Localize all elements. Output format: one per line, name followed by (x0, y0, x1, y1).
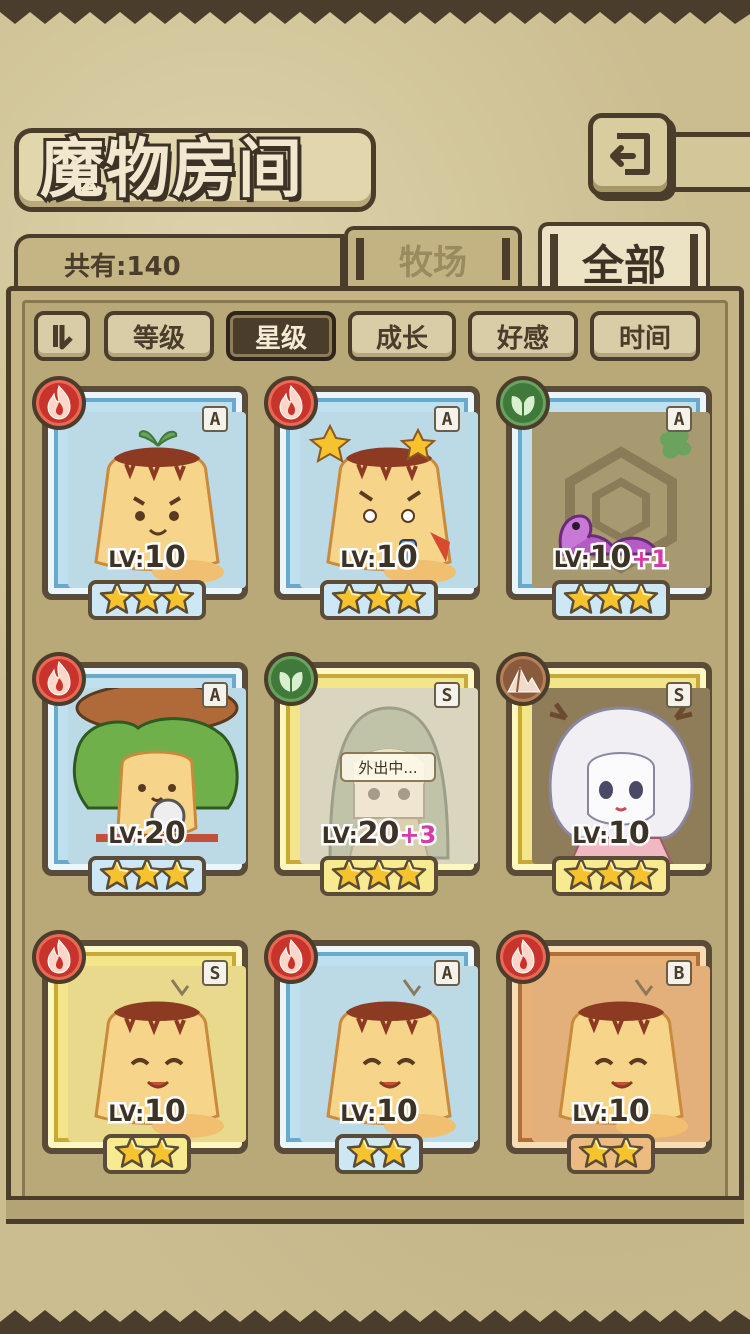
level-prefix: LV: (570, 1100, 611, 1130)
torn-edge-top (0, 0, 750, 24)
star-rating (500, 580, 722, 620)
monster-card[interactable]: S LV:10 (32, 930, 258, 1174)
sort-star-button[interactable]: 星级 (226, 311, 336, 361)
level-prefix: LV: (570, 822, 611, 852)
level-label: LV:10 (36, 1092, 258, 1132)
sort-growth-button[interactable]: 成长 (348, 311, 456, 361)
level-value: 20 (142, 814, 189, 854)
star-icon (623, 856, 659, 892)
star-icon (608, 1134, 644, 1170)
sort-order-button[interactable] (34, 311, 90, 361)
level-label: LV:10 (268, 538, 490, 578)
level-prefix: LV: (551, 546, 592, 576)
level-prefix: LV: (106, 546, 147, 576)
fire-element-icon (264, 376, 318, 430)
torn-edge-bottom (0, 1310, 750, 1334)
back-arrow-icon (610, 133, 650, 175)
rank-badge: A (666, 406, 692, 432)
sort-order-icon (53, 325, 73, 350)
status-badge: 外出中... (340, 752, 436, 782)
star-icon (376, 1134, 412, 1170)
page-title: 魔物房间 (37, 129, 305, 210)
rank-badge: S (434, 682, 460, 708)
back-button[interactable] (588, 113, 672, 197)
fire-element-icon (32, 930, 86, 984)
level-label: LV:10+1 (500, 538, 722, 578)
mountain-element-icon (496, 652, 550, 706)
star-rating (268, 856, 490, 896)
tab-pasture-label: 牧场 (399, 242, 467, 283)
level-value: 10 (374, 1092, 421, 1132)
rank-badge: A (202, 682, 228, 708)
star-icon (391, 856, 427, 892)
level-value: 10 (142, 1092, 189, 1132)
level-value: 10 (374, 538, 421, 578)
monster-count: 共有:140 (64, 252, 181, 282)
star-rating (36, 1134, 258, 1174)
star-rating (500, 856, 722, 896)
fire-element-icon (32, 652, 86, 706)
level-prefix: LV: (319, 822, 360, 852)
star-icon (159, 856, 195, 892)
rank-badge: A (434, 960, 460, 986)
fire-element-icon (32, 376, 86, 430)
level-prefix: LV: (106, 1100, 147, 1130)
level-label: LV:10 (36, 538, 258, 578)
tab-ornament (502, 238, 510, 280)
sort-level-button[interactable]: 等级 (104, 311, 214, 361)
level-prefix: LV: (338, 1100, 379, 1130)
star-rating (36, 580, 258, 620)
tab-pasture[interactable]: 牧场 (344, 226, 522, 288)
sort-time-button[interactable]: 时间 (590, 311, 700, 361)
rank-badge: B (666, 960, 692, 986)
level-label: LV:20+3 (268, 814, 490, 854)
level-value: 10 (142, 538, 189, 578)
sort-affection-button[interactable]: 好感 (468, 311, 578, 361)
monster-card[interactable]: A LV:10 (32, 376, 258, 620)
tab-ornament (356, 238, 364, 280)
level-value: 20 (355, 814, 402, 854)
monster-card[interactable]: 外出中... S LV:20+3 (264, 652, 490, 896)
monster-card[interactable]: A LV:10 (264, 376, 490, 620)
back-rail (672, 132, 750, 192)
level-bonus: +1 (629, 543, 671, 576)
star-icon (623, 580, 659, 616)
star-rating (268, 580, 490, 620)
tab-all-label: 全部 (581, 240, 666, 290)
star-icon (159, 580, 195, 616)
star-icon (144, 1134, 180, 1170)
star-icon (391, 580, 427, 616)
level-bonus: +3 (397, 819, 439, 852)
level-value: 10 (606, 814, 653, 854)
star-rating (500, 1134, 722, 1174)
star-rating (268, 1134, 490, 1174)
star-rating (36, 856, 258, 896)
level-label: LV:10 (268, 1092, 490, 1132)
fire-element-icon (264, 930, 318, 984)
monster-card[interactable]: S LV:10 (496, 652, 722, 896)
panel-bottom-rail (6, 1196, 744, 1224)
level-label: LV:10 (500, 1092, 722, 1132)
rank-badge: A (202, 406, 228, 432)
level-prefix: LV: (338, 546, 379, 576)
leaf-element-icon (264, 652, 318, 706)
level-value: 10 (587, 538, 634, 578)
fire-element-icon (496, 930, 550, 984)
monster-card[interactable]: B LV:10 (496, 930, 722, 1174)
rank-badge: S (666, 682, 692, 708)
level-label: LV:20 (36, 814, 258, 854)
tab-ornament (550, 234, 558, 290)
rank-badge: A (434, 406, 460, 432)
monster-card[interactable]: A LV:20 (32, 652, 258, 896)
level-label: LV:10 (500, 814, 722, 854)
monster-card[interactable]: A LV:10+1 (496, 376, 722, 620)
monster-card[interactable]: A LV:10 (264, 930, 490, 1174)
level-value: 10 (606, 1092, 653, 1132)
tab-ornament (690, 234, 698, 290)
rank-badge: S (202, 960, 228, 986)
level-prefix: LV: (106, 822, 147, 852)
leaf-element-icon (496, 376, 550, 430)
